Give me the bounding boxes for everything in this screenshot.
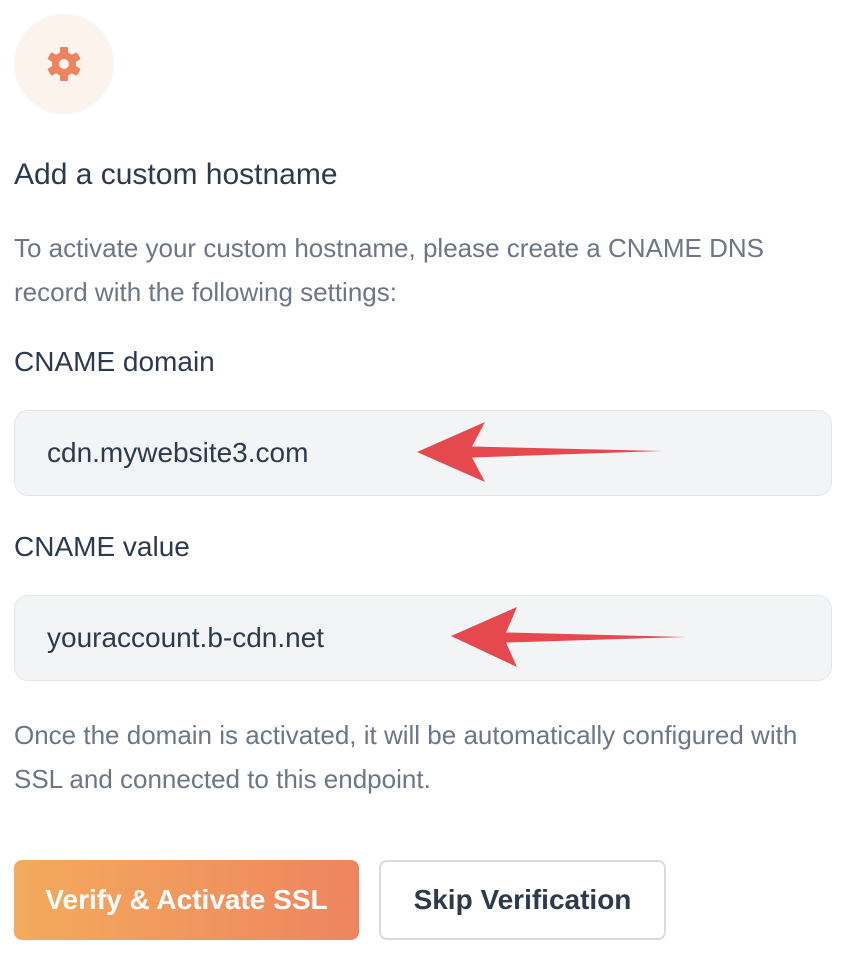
left-arrow-icon — [417, 422, 662, 482]
skip-verification-button[interactable]: Skip Verification — [379, 860, 666, 940]
cname-domain-value: cdn.mywebsite3.com — [47, 437, 309, 468]
cname-value-field[interactable]: youraccount.b-cdn.net — [14, 595, 832, 681]
cname-domain-label: CNAME domain — [14, 346, 215, 377]
cname-value-label: CNAME value — [14, 531, 190, 562]
left-arrow-icon — [451, 607, 686, 667]
gear-icon — [47, 47, 81, 81]
verify-activate-ssl-button[interactable]: Verify & Activate SSL — [14, 860, 359, 940]
cname-value-value: youraccount.b-cdn.net — [47, 622, 325, 653]
settings-icon-badge — [14, 14, 114, 114]
page-title: Add a custom hostname — [14, 158, 338, 191]
instructions-text: To activate your custom hostname, please… — [14, 233, 764, 307]
activation-note: Once the domain is activated, it will be… — [14, 720, 798, 794]
